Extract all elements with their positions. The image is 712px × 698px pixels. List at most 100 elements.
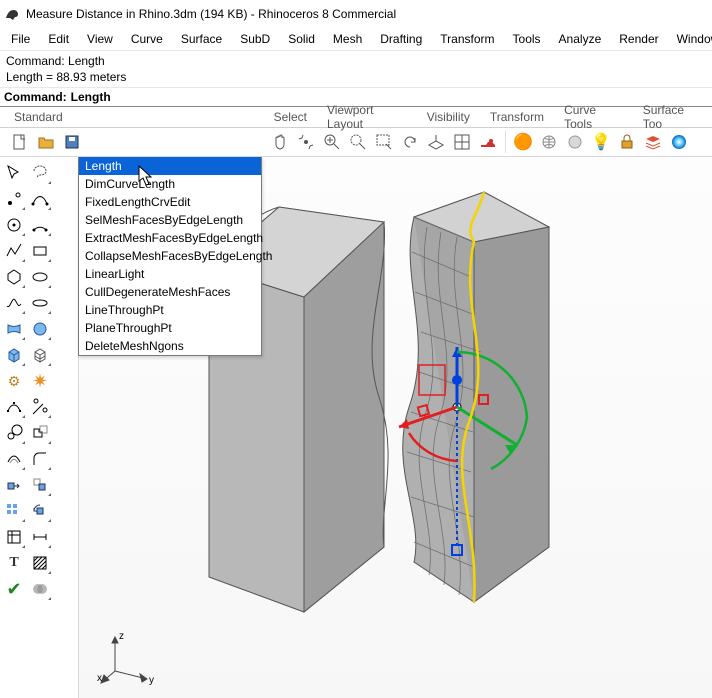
scale-icon[interactable] xyxy=(2,421,26,445)
idea-icon[interactable]: 💡 xyxy=(589,130,613,154)
menu-bar: File Edit View Curve Surface SubD Solid … xyxy=(0,28,712,51)
mesh-icon[interactable] xyxy=(28,343,52,367)
open-file-icon[interactable] xyxy=(34,130,58,154)
move-icon[interactable] xyxy=(2,473,26,497)
menu-file[interactable]: File xyxy=(2,30,39,48)
autocomplete-item[interactable]: PlaneThroughPt xyxy=(79,319,261,337)
history-line: Command: Length xyxy=(6,53,706,69)
tab-standard[interactable]: Standard xyxy=(4,108,73,126)
offset-icon[interactable] xyxy=(2,447,26,471)
menu-solid[interactable]: Solid xyxy=(279,30,324,48)
lock-icon[interactable] xyxy=(615,130,639,154)
surface-icon[interactable] xyxy=(2,317,26,341)
edit-points-icon[interactable] xyxy=(2,395,26,419)
curve-tool-icon[interactable] xyxy=(28,187,52,211)
tab-select[interactable]: Select xyxy=(264,108,317,126)
hatch-icon[interactable] xyxy=(28,551,52,575)
copy-icon[interactable] xyxy=(28,473,52,497)
check-icon[interactable]: ✔ xyxy=(2,577,26,601)
svg-text:y: y xyxy=(149,675,154,686)
polyline-icon[interactable] xyxy=(2,239,26,263)
autocomplete-item[interactable]: SelMeshFacesByEdgeLength xyxy=(79,211,261,229)
menu-mesh[interactable]: Mesh xyxy=(324,30,371,48)
layers-icon[interactable] xyxy=(641,130,665,154)
zoom-window-icon[interactable] xyxy=(372,130,396,154)
pointer-icon[interactable] xyxy=(2,161,26,185)
save-file-icon[interactable] xyxy=(60,130,84,154)
trim-icon[interactable] xyxy=(28,395,52,419)
freeform-icon[interactable] xyxy=(28,291,52,315)
array-icon[interactable] xyxy=(2,499,26,523)
menu-transform[interactable]: Transform xyxy=(431,30,503,48)
menu-edit[interactable]: Edit xyxy=(39,30,78,48)
menu-window[interactable]: Window xyxy=(668,30,712,48)
solid-box-icon[interactable] xyxy=(2,343,26,367)
world-axis-icon: z y x xyxy=(97,629,157,689)
autocomplete-item[interactable]: LineThroughPt xyxy=(79,301,261,319)
titlebar: Measure Distance in Rhino.3dm (194 KB) -… xyxy=(0,0,712,28)
set-cplane-icon[interactable] xyxy=(424,130,448,154)
autocomplete-item[interactable]: DeleteMeshNgons xyxy=(79,337,261,355)
fillet-icon[interactable] xyxy=(28,447,52,471)
point-icon[interactable] xyxy=(2,187,26,211)
menu-render[interactable]: Render xyxy=(610,30,667,48)
text-icon[interactable]: T xyxy=(2,551,26,575)
autocomplete-item[interactable]: Length xyxy=(79,157,261,175)
tab-viewport-layout[interactable]: Viewport Layout xyxy=(317,101,417,133)
svg-text:z: z xyxy=(119,631,124,642)
join-icon[interactable] xyxy=(28,421,52,445)
autocomplete-item[interactable]: CullDegenerateMeshFaces xyxy=(79,283,261,301)
main-toolbar: 🟠 💡 xyxy=(0,128,712,157)
svg-text:x: x xyxy=(97,673,102,684)
rectangle-icon[interactable] xyxy=(28,239,52,263)
shade-icon[interactable]: 🟠 xyxy=(511,130,535,154)
autocomplete-item[interactable]: FixedLengthCrvEdit xyxy=(79,193,261,211)
polygon-icon[interactable] xyxy=(2,265,26,289)
tab-visibility[interactable]: Visibility xyxy=(417,108,480,126)
lasso-icon[interactable] xyxy=(28,161,52,185)
zoom-extents-icon[interactable] xyxy=(346,130,370,154)
history-line: Length = 88.93 meters xyxy=(6,69,706,85)
wireframe-icon[interactable] xyxy=(537,130,561,154)
command-autocomplete[interactable]: Length DimCurveLength FixedLengthCrvEdit… xyxy=(78,157,262,356)
solid-sphere-icon[interactable] xyxy=(28,317,52,341)
menu-tools[interactable]: Tools xyxy=(504,30,550,48)
tab-curve-tools[interactable]: Curve Tools xyxy=(554,101,633,133)
ghosted-icon[interactable] xyxy=(563,130,587,154)
menu-drafting[interactable]: Drafting xyxy=(371,30,431,48)
menu-view[interactable]: View xyxy=(78,30,122,48)
gear-icon[interactable]: ⚙ xyxy=(2,369,26,393)
explode-icon[interactable]: ✷ xyxy=(28,369,52,393)
ellipse-icon[interactable] xyxy=(28,265,52,289)
toolbar-separator xyxy=(505,131,506,153)
command-input[interactable]: Length xyxy=(71,90,111,104)
menu-surface[interactable]: Surface xyxy=(172,30,231,48)
pan-hand-icon[interactable] xyxy=(268,130,292,154)
menu-analyze[interactable]: Analyze xyxy=(550,30,611,48)
autocomplete-item[interactable]: DimCurveLength xyxy=(79,175,261,193)
properties-icon[interactable] xyxy=(2,525,26,549)
autocomplete-item[interactable]: LinearLight xyxy=(79,265,261,283)
dimension-icon[interactable] xyxy=(28,525,52,549)
autocomplete-item[interactable]: ExtractMeshFacesByEdgeLength xyxy=(79,229,261,247)
render-icon[interactable] xyxy=(667,130,691,154)
named-view-icon[interactable] xyxy=(476,130,500,154)
menu-subd[interactable]: SubD xyxy=(231,30,279,48)
four-view-icon[interactable] xyxy=(450,130,474,154)
command-history: Command: Length Length = 88.93 meters xyxy=(0,51,712,88)
left-toolbox: ⚙ ✷ T ✔ xyxy=(0,157,79,698)
interp-curve-icon[interactable] xyxy=(2,291,26,315)
autocomplete-item[interactable]: CollapseMeshFacesByEdgeLength xyxy=(79,247,261,265)
tab-surface-tools[interactable]: Surface Too xyxy=(633,101,712,133)
zoom-dynamic-icon[interactable] xyxy=(320,130,344,154)
tab-transform[interactable]: Transform xyxy=(480,108,554,126)
undo-view-icon[interactable] xyxy=(398,130,422,154)
menu-curve[interactable]: Curve xyxy=(122,30,172,48)
rotate-icon[interactable] xyxy=(28,499,52,523)
rotate-view-icon[interactable] xyxy=(294,130,318,154)
line-icon[interactable] xyxy=(2,213,26,237)
window-title: Measure Distance in Rhino.3dm (194 KB) -… xyxy=(26,7,396,21)
arc-icon[interactable] xyxy=(28,213,52,237)
boolean-icon[interactable] xyxy=(28,577,52,601)
new-file-icon[interactable] xyxy=(8,130,32,154)
